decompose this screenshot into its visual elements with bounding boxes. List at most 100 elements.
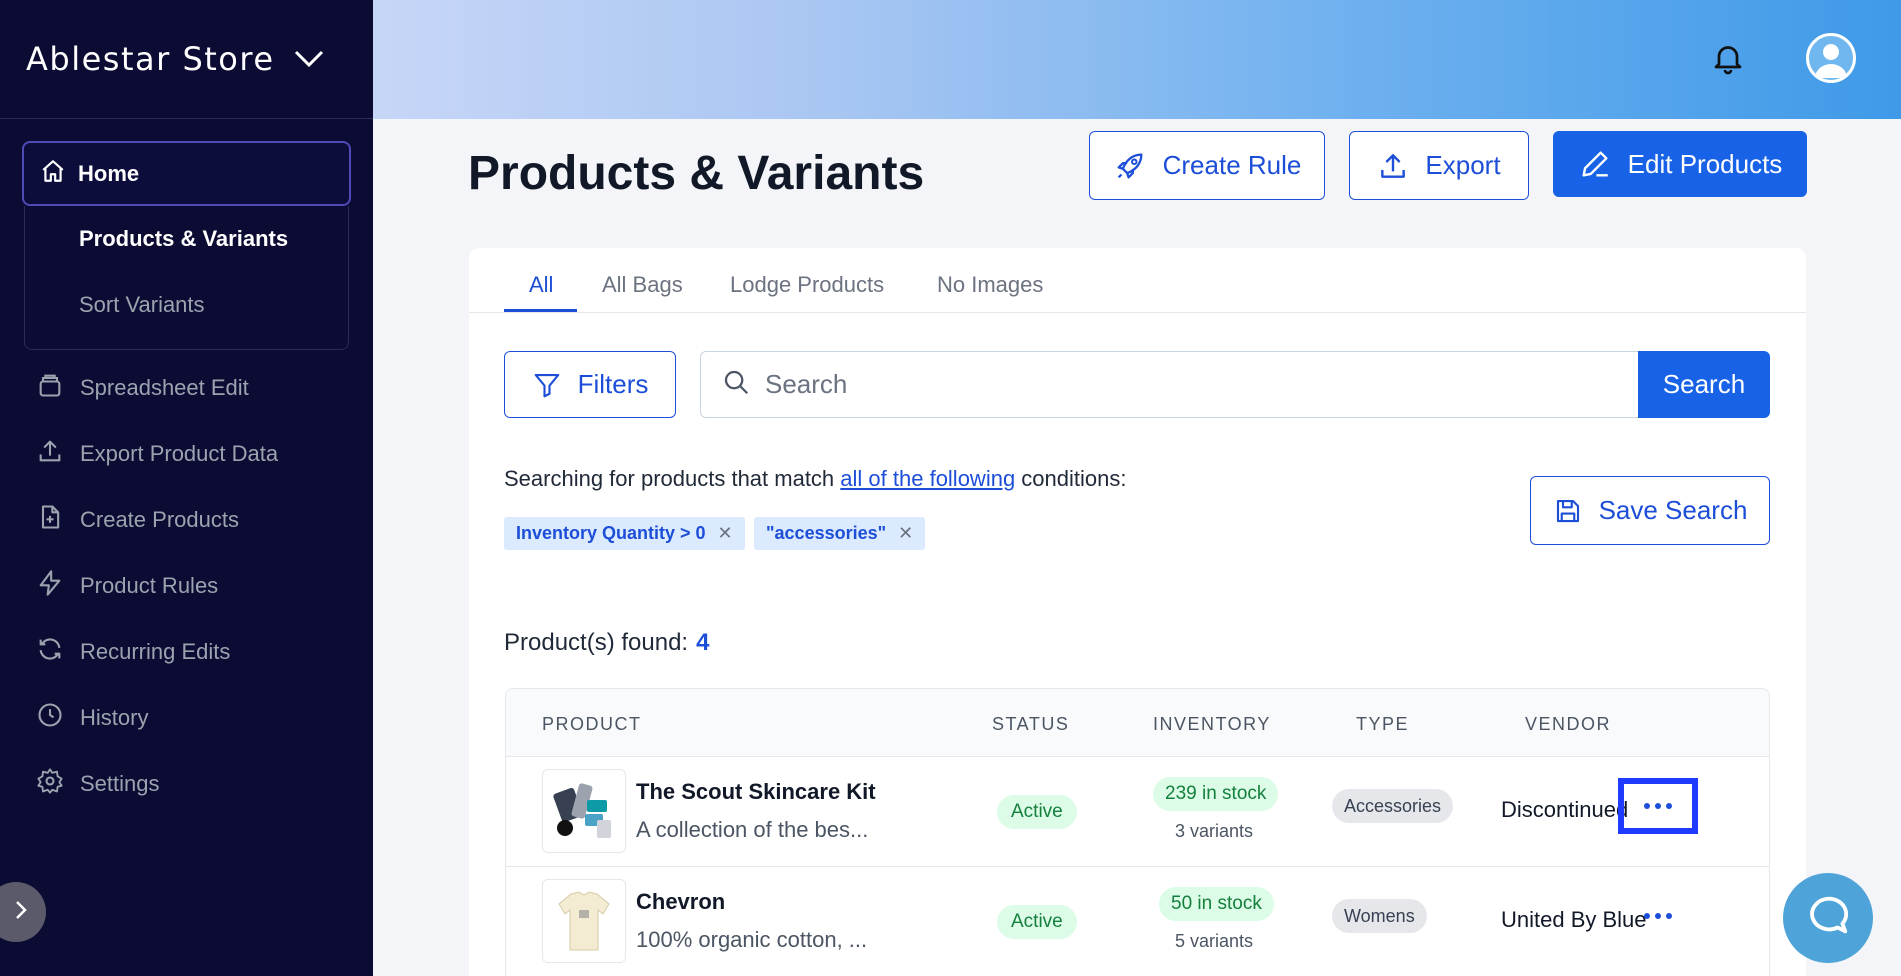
export-label: Export	[1425, 150, 1501, 180]
home-subnav: Products & Variants Sort Variants	[24, 206, 349, 350]
status-badge: Active	[997, 795, 1077, 829]
condition-chip: Inventory Quantity > 0 ✕	[504, 517, 745, 550]
column-header-vendor[interactable]: VENDOR	[1525, 714, 1611, 735]
sidebar-item-product-rules[interactable]: Product Rules	[36, 569, 218, 603]
sidebar-item-create-products[interactable]: Create Products	[36, 503, 239, 537]
product-thumbnail	[542, 769, 626, 853]
page-title: Products & Variants	[468, 147, 925, 200]
vendor-name: Discontinued	[1501, 797, 1629, 822]
subnav-sort-variants[interactable]: Sort Variants	[79, 292, 205, 318]
bell-icon[interactable]	[1710, 40, 1746, 81]
variants-count: 5 variants	[1175, 931, 1254, 951]
stock-badge: 239 in stock	[1153, 777, 1279, 811]
chevron-down-icon	[293, 49, 325, 69]
chat-support-button[interactable]	[1783, 873, 1873, 963]
conditions-suffix: conditions:	[1015, 466, 1127, 491]
conditions-prefix: Searching for products that match	[504, 466, 841, 491]
tab-no-images[interactable]: No Images	[937, 272, 1043, 298]
save-search-label: Save Search	[1598, 495, 1748, 525]
chip-label: Inventory Quantity > 0	[516, 523, 706, 543]
refresh-icon	[36, 635, 64, 669]
product-description: 100% organic cotton, ...	[636, 927, 868, 952]
products-table: PRODUCT STATUS INVENTORY TYPE VENDOR The…	[505, 688, 1770, 976]
product-thumbnail	[542, 879, 626, 963]
products-card: All All Bags Lodge Products No Images Fi…	[469, 248, 1806, 976]
store-switcher[interactable]: Ablestar Store	[0, 0, 373, 119]
sidebar-item-label: History	[80, 705, 149, 730]
store-name: Ablestar Store	[26, 40, 275, 78]
more-actions-button[interactable]	[1618, 888, 1698, 944]
chevron-right-icon	[14, 899, 28, 926]
sidebar: Ablestar Store Home Products & Variants …	[0, 0, 373, 976]
more-actions-button[interactable]	[1618, 778, 1698, 834]
sidebar-item-recurring-edits[interactable]: Recurring Edits	[36, 635, 230, 669]
search-input[interactable]	[765, 369, 1565, 400]
top-bar	[373, 0, 1901, 119]
close-icon[interactable]: ✕	[718, 523, 733, 544]
more-horizontal-icon	[1644, 803, 1672, 809]
tab-bar: All All Bags Lodge Products No Images	[469, 248, 1806, 313]
sidebar-collapse-button[interactable]	[0, 882, 46, 942]
table-row[interactable]: Chevron 100% organic cotton, ... Active …	[506, 867, 1769, 976]
column-header-product[interactable]: PRODUCT	[542, 714, 642, 735]
sidebar-item-label: Spreadsheet Edit	[80, 375, 249, 400]
table-row[interactable]: The Scout Skincare Kit A collection of t…	[506, 757, 1769, 867]
stock-badge: 50 in stock	[1159, 887, 1274, 921]
results-label: Product(s) found:	[504, 629, 689, 656]
product-name[interactable]: Chevron	[636, 889, 725, 915]
chat-bubble-icon	[1805, 893, 1851, 944]
filters-label: Filters	[577, 369, 649, 399]
sidebar-item-spreadsheet-edit[interactable]: Spreadsheet Edit	[36, 371, 249, 405]
results-number: 4	[696, 629, 710, 656]
sidebar-item-label: Create Products	[80, 507, 239, 532]
sidebar-item-home[interactable]: Home	[22, 141, 351, 206]
lightning-icon	[36, 569, 64, 603]
gear-icon	[36, 767, 64, 801]
type-badge: Accessories	[1332, 789, 1454, 823]
edit-products-label: Edit Products	[1627, 148, 1783, 179]
export-button[interactable]: Export	[1349, 131, 1529, 200]
active-tab-indicator	[504, 309, 577, 312]
subnav-products-variants[interactable]: Products & Variants	[79, 226, 288, 252]
column-header-type[interactable]: TYPE	[1356, 714, 1409, 735]
upload-icon	[1377, 150, 1409, 182]
column-header-status[interactable]: STATUS	[992, 714, 1069, 735]
status-badge: Active	[997, 905, 1077, 939]
search-button[interactable]: Search	[1638, 351, 1770, 418]
search-icon	[721, 367, 751, 402]
more-horizontal-icon	[1644, 913, 1672, 919]
home-icon	[40, 158, 66, 189]
save-search-button[interactable]: Save Search	[1530, 476, 1770, 545]
column-header-inventory[interactable]: INVENTORY	[1153, 714, 1271, 735]
sidebar-item-label: Recurring Edits	[80, 639, 231, 664]
variants-count: 3 variants	[1175, 821, 1254, 841]
file-plus-icon	[36, 503, 64, 537]
sidebar-item-label: Home	[78, 160, 140, 186]
tab-all-bags[interactable]: All Bags	[602, 272, 683, 298]
pencil-icon	[1578, 147, 1612, 181]
conditions-text: Searching for products that match all of…	[504, 466, 1126, 492]
save-icon	[1553, 496, 1583, 526]
filters-button[interactable]: Filters	[504, 351, 676, 418]
tab-all[interactable]: All	[529, 272, 553, 298]
avatar[interactable]	[1806, 33, 1856, 83]
sidebar-item-label: Product Rules	[80, 573, 219, 598]
sidebar-item-settings[interactable]: Settings	[36, 767, 160, 801]
clock-icon	[36, 701, 64, 735]
create-rule-button[interactable]: Create Rule	[1089, 131, 1325, 200]
create-rule-label: Create Rule	[1162, 150, 1302, 180]
sidebar-item-label: Export Product Data	[80, 441, 279, 466]
table-header: PRODUCT STATUS INVENTORY TYPE VENDOR	[506, 689, 1769, 757]
sidebar-item-history[interactable]: History	[36, 701, 148, 735]
sidebar-item-label: Settings	[80, 771, 160, 796]
product-description: A collection of the bes...	[636, 817, 869, 842]
close-icon[interactable]: ✕	[898, 523, 913, 544]
edit-products-button[interactable]: Edit Products	[1553, 131, 1807, 197]
results-count: Product(s) found: 4	[504, 629, 709, 657]
type-badge: Womens	[1332, 899, 1427, 933]
sidebar-item-export-product-data[interactable]: Export Product Data	[36, 437, 278, 471]
search-box	[700, 351, 1640, 418]
conditions-link[interactable]: all of the following	[840, 466, 1015, 491]
product-name[interactable]: The Scout Skincare Kit	[636, 779, 876, 805]
tab-lodge-products[interactable]: Lodge Products	[730, 272, 884, 298]
